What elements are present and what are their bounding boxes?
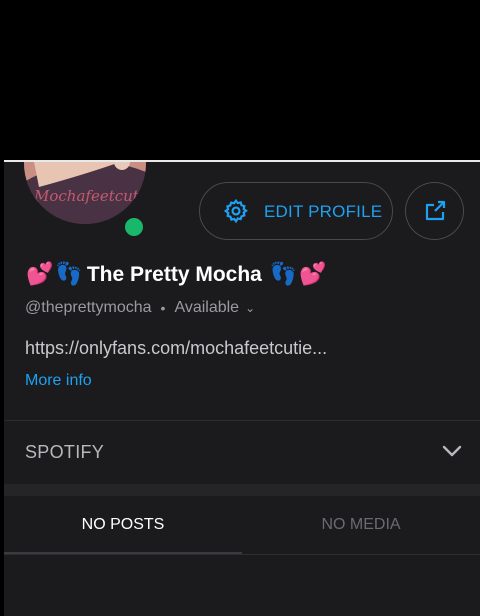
tabs-divider [4, 554, 480, 555]
handle-row: @theprettymocha • Available ⌄ [25, 299, 255, 317]
spotify-section-title[interactable]: SPOTIFY [25, 442, 104, 463]
username-handle: @theprettymocha [25, 299, 152, 316]
avatar-watermark: Mochafeetcutie [34, 187, 146, 205]
avatar[interactable]: Mochafeetcutie [24, 160, 146, 224]
divider [4, 420, 480, 421]
availability-status[interactable]: Available [174, 299, 239, 317]
display-name: The Pretty Mocha [86, 262, 262, 286]
tab-posts[interactable]: NO POSTS [4, 516, 242, 534]
online-status-dot [122, 215, 146, 239]
emoji-feet-right: 👣 [269, 262, 298, 287]
section-separator-band [4, 484, 480, 496]
chevron-down-icon[interactable]: ⌄ [245, 301, 255, 315]
emoji-hearts-right: 💕 [299, 262, 327, 287]
tab-media[interactable]: NO MEDIA [242, 516, 480, 534]
emoji-hearts-left: 💕 [26, 262, 54, 287]
chevron-down-icon[interactable] [442, 444, 462, 458]
top-border [4, 160, 480, 162]
share-icon [425, 200, 446, 221]
profile-page: Mochafeetcutie EDIT PROFILE 💕 👣 The Pret… [4, 160, 480, 616]
display-name-row: 💕 👣 The Pretty Mocha 👣 💕 [26, 262, 327, 287]
edit-profile-label: EDIT PROFILE [264, 202, 383, 221]
emoji-feet-left: 👣 [55, 262, 83, 287]
edit-profile-button[interactable]: EDIT PROFILE [199, 182, 393, 240]
settings-icon [223, 198, 248, 224]
separator-dot: • [160, 300, 166, 316]
profile-link[interactable]: https://onlyfans.com/mochafeetcutie... [25, 338, 327, 359]
more-info-link[interactable]: More info [25, 372, 92, 390]
share-button[interactable] [405, 182, 464, 240]
